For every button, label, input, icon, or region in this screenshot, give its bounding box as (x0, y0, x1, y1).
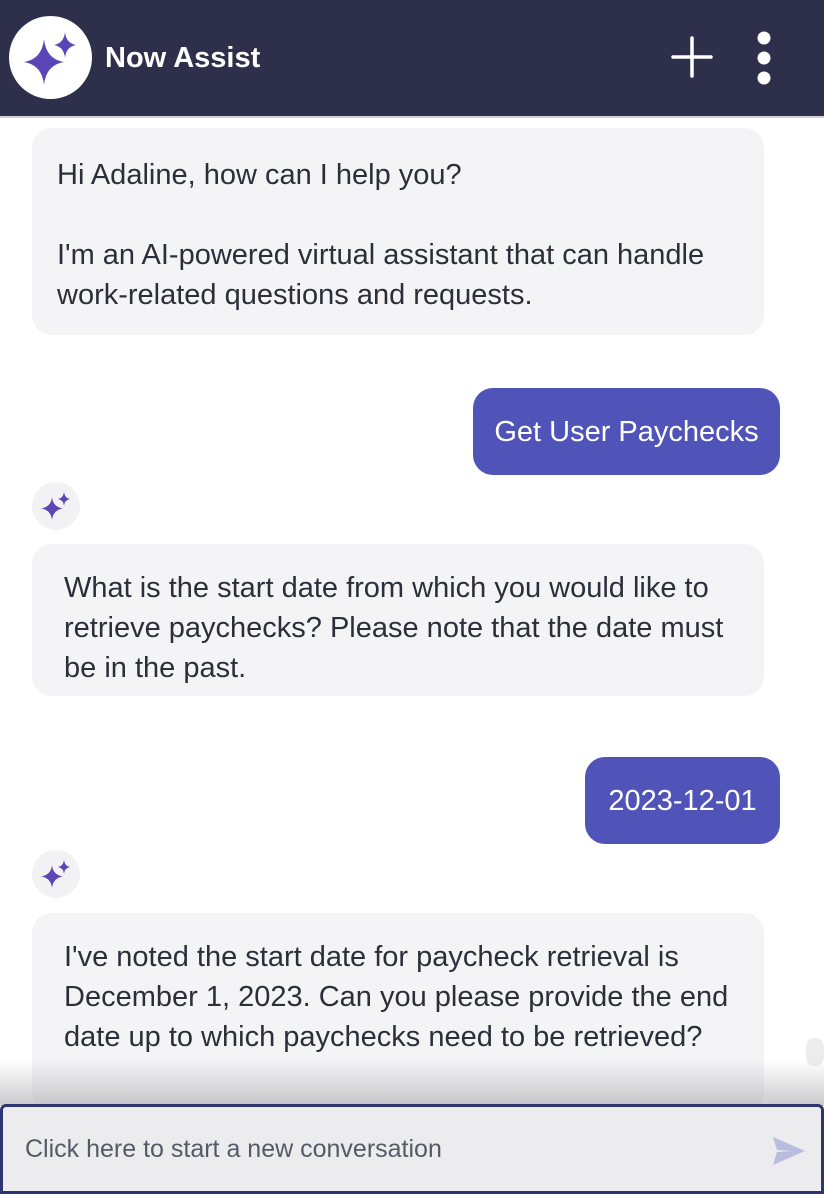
user-message: Get User Paychecks (473, 388, 780, 475)
send-icon (773, 1137, 805, 1165)
app-title: Now Assist (105, 42, 261, 74)
more-vertical-icon (757, 31, 771, 85)
send-button[interactable] (771, 1135, 807, 1167)
sparkle-icon (41, 492, 70, 520)
bot-message: What is the start date from which you wo… (32, 544, 764, 696)
bot-message: Hi Adaline, how can I help you? I'm an A… (32, 128, 764, 335)
assistant-avatar (32, 850, 80, 898)
plus-icon (671, 36, 713, 78)
sparkle-icon (9, 16, 92, 99)
bot-message: I've noted the start date for paycheck r… (32, 913, 764, 1113)
message-input[interactable] (25, 1127, 745, 1171)
composer (0, 1104, 824, 1194)
more-options-button[interactable] (744, 28, 784, 88)
sparkle-icon (41, 860, 70, 888)
assistant-avatar (32, 482, 80, 530)
scrollbar-thumb[interactable] (806, 1038, 824, 1066)
chat-window: Now Assist Hi Adaline, how can I help yo… (0, 0, 824, 1194)
new-conversation-button[interactable] (668, 33, 716, 81)
header: Now Assist (0, 0, 824, 118)
user-message: 2023-12-01 (585, 757, 780, 844)
